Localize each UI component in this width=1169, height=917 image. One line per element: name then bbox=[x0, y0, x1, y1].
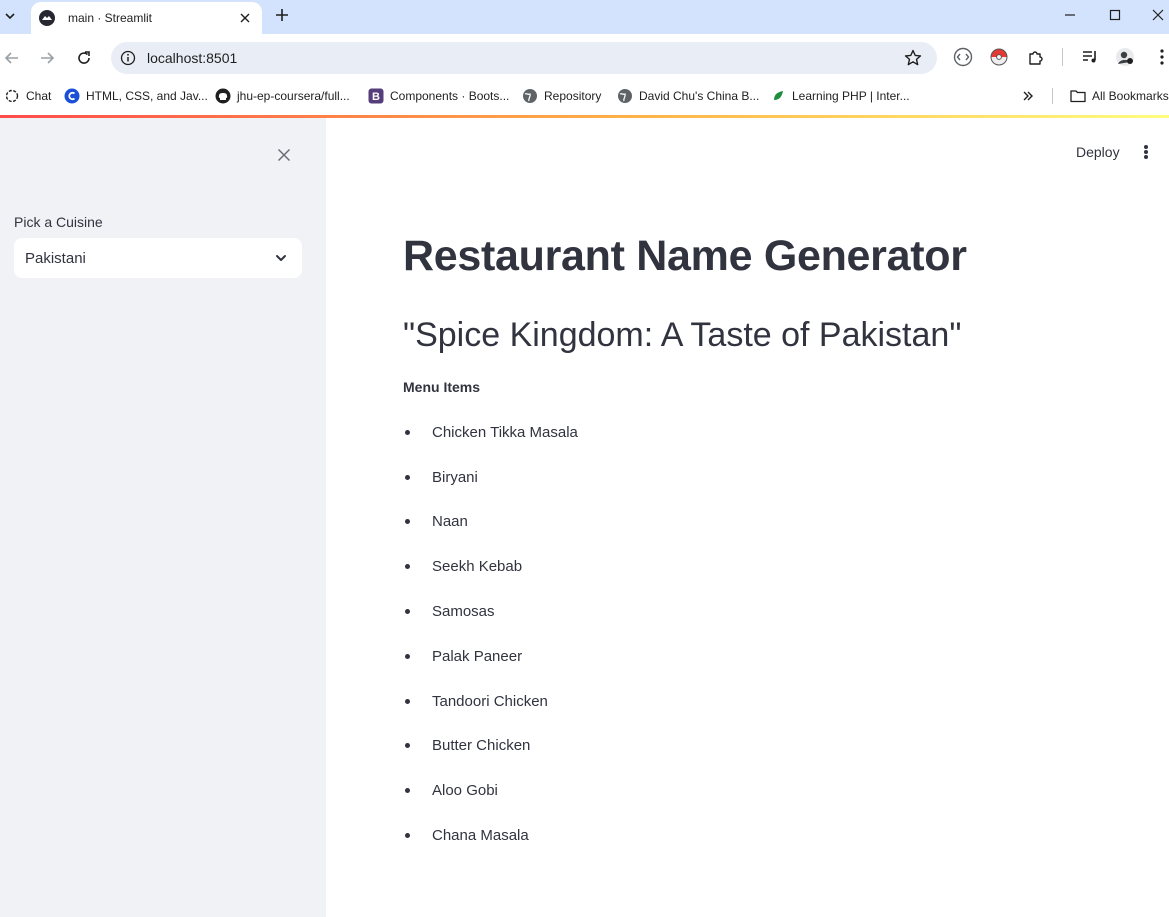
bookmark-label: Chat bbox=[26, 89, 52, 103]
list-item: Chicken Tikka Masala bbox=[403, 410, 578, 455]
menu-item-label: Samosas bbox=[432, 603, 495, 621]
bullet bbox=[405, 429, 410, 435]
cuisine-select[interactable]: Pakistani bbox=[14, 238, 302, 278]
bookmark-label: Components · Boots... bbox=[390, 89, 510, 103]
list-item: Naan bbox=[403, 500, 578, 545]
list-item: Butter Chicken bbox=[403, 724, 578, 769]
deploy-button[interactable]: Deploy bbox=[1076, 144, 1120, 160]
window-close-icon[interactable] bbox=[1135, 0, 1169, 30]
profile-avatar-icon[interactable] bbox=[1114, 46, 1136, 68]
tab-title: main · Streamlit bbox=[68, 11, 153, 25]
forward-icon[interactable] bbox=[36, 47, 58, 69]
extension-code-icon[interactable] bbox=[952, 46, 974, 68]
sidebar-close-icon[interactable] bbox=[274, 145, 294, 165]
media-controls-icon[interactable] bbox=[1079, 46, 1101, 68]
main-content: Deploy Restaurant Name Generator "Spice … bbox=[326, 118, 1169, 917]
bullet bbox=[405, 519, 410, 525]
menu-items-list: Chicken Tikka Masala Biryani Naan Seekh … bbox=[403, 410, 578, 858]
menu-dot bbox=[1144, 155, 1148, 159]
bookmarks-bar: Chat HTML, CSS, and Jav... jhu-ep-course… bbox=[0, 82, 1169, 110]
menu-item-label: Biryani bbox=[432, 468, 478, 486]
menu-item-label: Aloo Gobi bbox=[432, 782, 498, 800]
openai-icon bbox=[4, 88, 20, 104]
bullet bbox=[405, 698, 410, 704]
bookmark-star-icon[interactable] bbox=[903, 48, 923, 68]
main-menu-icon[interactable] bbox=[1138, 142, 1154, 162]
chrome-menu-icon[interactable] bbox=[1151, 46, 1169, 68]
bookmark-chat[interactable]: Chat bbox=[4, 87, 51, 105]
list-item: Tandoori Chicken bbox=[403, 679, 578, 724]
reload-icon[interactable] bbox=[73, 47, 95, 69]
menu-dot bbox=[1144, 145, 1148, 149]
bookmark-html-css[interactable]: HTML, CSS, and Jav... bbox=[64, 87, 208, 105]
chevron-down-icon[interactable] bbox=[272, 249, 290, 267]
github-icon bbox=[215, 88, 231, 104]
tab-close-icon[interactable] bbox=[236, 9, 254, 27]
menu-dot bbox=[1144, 150, 1148, 154]
menu-item-label: Chana Masala bbox=[432, 827, 529, 845]
bookmark-david-chu[interactable]: David Chu's China B... bbox=[617, 87, 759, 105]
bookmark-label: All Bookmarks bbox=[1092, 89, 1169, 103]
bullet bbox=[405, 609, 410, 615]
bookmarks-divider bbox=[1052, 88, 1053, 104]
page-title: Restaurant Name Generator bbox=[403, 232, 967, 280]
bookmark-label: Learning PHP | Inter... bbox=[792, 89, 910, 103]
bookmark-label: HTML, CSS, and Jav... bbox=[86, 89, 208, 103]
bullet bbox=[405, 833, 410, 839]
bookmark-repository[interactable]: Repository bbox=[522, 87, 601, 105]
list-item: Samosas bbox=[403, 589, 578, 634]
bullet bbox=[405, 788, 410, 794]
globe-icon bbox=[522, 88, 538, 104]
back-icon[interactable] bbox=[1, 47, 23, 69]
tab-search-chevron-icon[interactable] bbox=[0, 4, 20, 28]
bootstrap-icon: B bbox=[368, 88, 384, 104]
menu-item-label: Palak Paneer bbox=[432, 647, 523, 665]
minimize-icon[interactable] bbox=[1047, 0, 1093, 30]
globe-icon bbox=[617, 88, 633, 104]
list-item: Aloo Gobi bbox=[403, 768, 578, 813]
menu-item-label: Tandoori Chicken bbox=[432, 692, 548, 710]
bookmark-learning-php[interactable]: Learning PHP | Inter... bbox=[770, 87, 910, 105]
bullet bbox=[405, 653, 410, 659]
address-bar[interactable]: localhost:8501 bbox=[111, 42, 937, 74]
svg-text:B: B bbox=[372, 91, 380, 103]
bookmark-github-repo[interactable]: jhu-ep-coursera/full... bbox=[215, 87, 350, 105]
bookmark-label: jhu-ep-coursera/full... bbox=[237, 89, 350, 103]
tab-strip: main · Streamlit bbox=[0, 0, 1169, 34]
browser-tab[interactable]: main · Streamlit bbox=[31, 2, 262, 34]
menu-item-label: Seekh Kebab bbox=[432, 558, 523, 576]
menu-item-label: Chicken Tikka Masala bbox=[432, 423, 578, 441]
list-item: Seekh Kebab bbox=[403, 544, 578, 589]
menu-item-label: Naan bbox=[432, 513, 468, 531]
folder-icon bbox=[1070, 88, 1086, 104]
all-bookmarks-folder[interactable]: All Bookmarks bbox=[1070, 87, 1169, 105]
menu-item-label: Butter Chicken bbox=[432, 737, 531, 755]
streamlit-favicon-icon bbox=[39, 10, 55, 26]
list-item: Chana Masala bbox=[403, 813, 578, 858]
coursera-icon bbox=[64, 88, 80, 104]
bookmark-bootstrap[interactable]: B Components · Boots... bbox=[368, 87, 509, 105]
url-text: localhost:8501 bbox=[147, 50, 238, 66]
maximize-icon[interactable] bbox=[1092, 0, 1138, 30]
extension-pokeball-icon[interactable] bbox=[988, 46, 1010, 68]
new-tab-button[interactable] bbox=[272, 5, 292, 25]
restaurant-name-heading: "Spice Kingdom: A Taste of Pakistan" bbox=[403, 316, 962, 354]
extensions-puzzle-icon[interactable] bbox=[1025, 46, 1047, 68]
toolbar-divider bbox=[1062, 48, 1063, 66]
bookmark-label: Repository bbox=[544, 89, 602, 103]
more-bookmarks-chevron-icon[interactable] bbox=[1022, 87, 1034, 105]
bullet bbox=[405, 474, 410, 480]
cuisine-select-value: Pakistani bbox=[25, 250, 86, 267]
bullet bbox=[405, 564, 410, 570]
list-item: Biryani bbox=[403, 455, 578, 500]
list-item: Palak Paneer bbox=[403, 634, 578, 679]
bookmark-label: David Chu's China B... bbox=[639, 89, 760, 103]
bullet bbox=[405, 743, 410, 749]
site-info-icon[interactable] bbox=[120, 50, 136, 66]
menu-items-heading: Menu Items bbox=[403, 379, 481, 395]
cuisine-select-label: Pick a Cuisine bbox=[14, 214, 103, 230]
sidebar: Pick a Cuisine Pakistani bbox=[0, 118, 326, 917]
leaf-icon bbox=[770, 88, 786, 104]
